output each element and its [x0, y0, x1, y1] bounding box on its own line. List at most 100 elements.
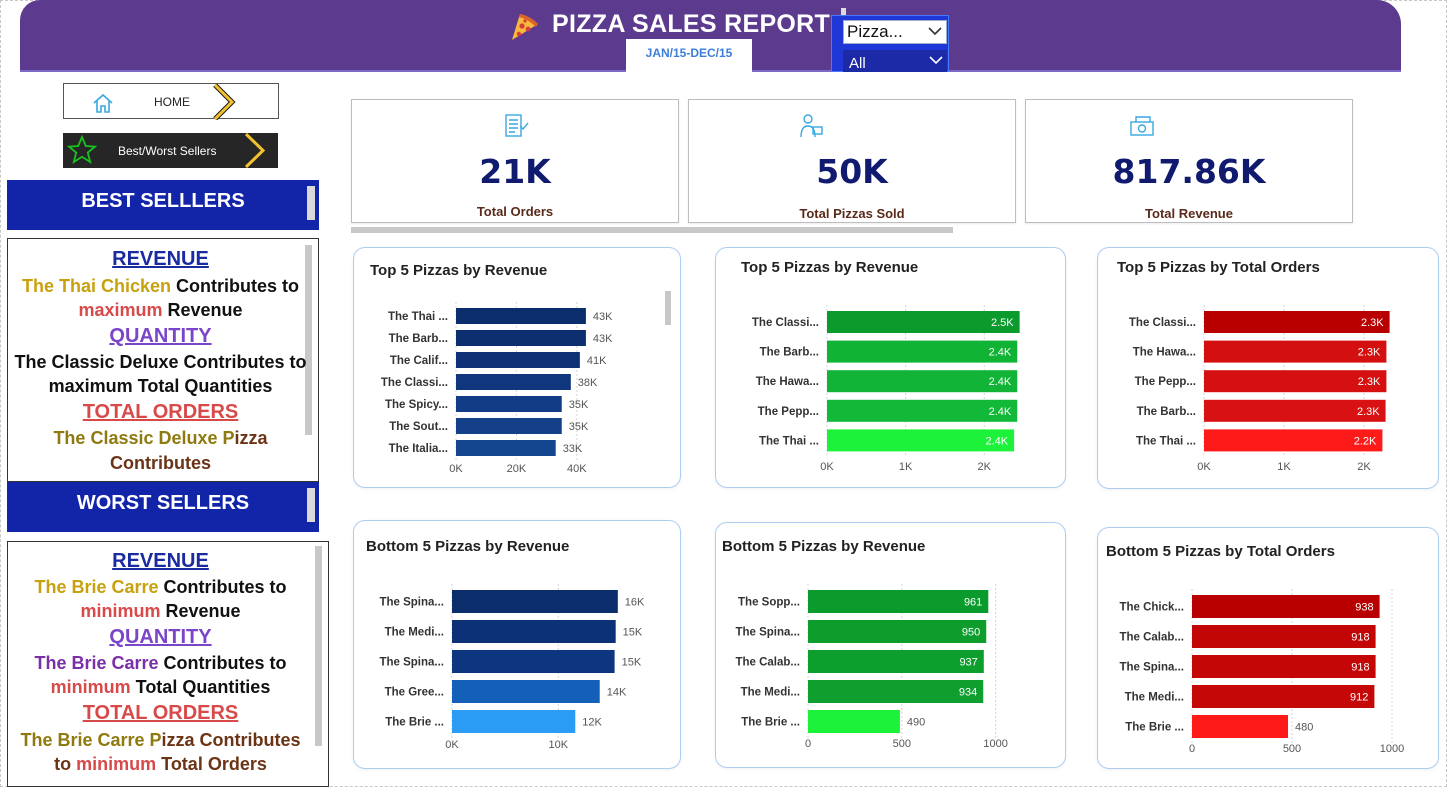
- category-label: The Medi...: [385, 627, 444, 639]
- chart-plot: 0 500 1000 The Chick... 938 The Calab... 918 Th…: [1119, 589, 1404, 755]
- data-label: 2.4K: [989, 376, 1012, 388]
- report-header: PIZZA SALES REPORT JAN/15-DEC/15: [20, 0, 1401, 73]
- data-label: 35K: [569, 421, 589, 433]
- kpi-label: Total Orders: [476, 204, 554, 219]
- x-tick-label: 2K: [978, 461, 992, 473]
- data-label: 2.2K: [1354, 435, 1377, 447]
- worst-orders-heading: TOTAL ORDERS: [82, 702, 239, 724]
- data-label: 918: [1351, 632, 1369, 644]
- bar: [1192, 625, 1376, 648]
- category-label: The Classi...: [752, 317, 819, 329]
- data-label: 35K: [569, 399, 589, 411]
- banner-scrollbar[interactable]: [307, 186, 315, 220]
- best-revenue-heading: REVENUE: [112, 248, 209, 270]
- category-label: The Pepp...: [1135, 376, 1196, 388]
- best-revenue-text: Contributes to: [171, 276, 300, 296]
- best-sellers-banner-label: BEST SELLLERS: [81, 190, 245, 212]
- bar: [808, 650, 984, 673]
- worst-revenue-text: Contributes to: [158, 577, 287, 597]
- chart-plot: 0K 1K 2K The Classi... 2.5K The Barb... 2.4K Th…: [752, 305, 1020, 473]
- category-label: The Brie ...: [385, 717, 444, 729]
- category-label: The Calif...: [390, 355, 448, 367]
- best-orders-text: izza: [234, 428, 268, 448]
- best-quantity-line1: The Classic Deluxe Contributes to: [14, 352, 307, 372]
- category-label: The Spina...: [1119, 662, 1184, 674]
- data-label: 918: [1351, 662, 1369, 674]
- star-icon: [67, 135, 97, 164]
- data-label: 2.3K: [1357, 406, 1380, 418]
- category-label: The Barb...: [389, 333, 448, 345]
- best-sellers-banner: BEST SELLLERS: [7, 180, 319, 230]
- x-tick-label: 10K: [548, 739, 568, 751]
- kpi-label: Total Pizzas Sold: [799, 206, 905, 221]
- order-list-icon: [505, 114, 529, 137]
- data-label: 43K: [593, 311, 613, 323]
- data-label: 14K: [607, 687, 627, 699]
- category-label: The Hawa...: [1133, 347, 1196, 359]
- best-orders-pizza: The Classic Deluxe P: [53, 428, 235, 448]
- home-button[interactable]: HOME: [63, 83, 279, 120]
- category-label: The Calab...: [735, 657, 800, 669]
- bar: [1192, 595, 1380, 618]
- chevron-down-icon: [928, 27, 942, 36]
- bar: [452, 620, 616, 643]
- category-label: The Chick...: [1119, 602, 1184, 614]
- data-label: 912: [1350, 692, 1368, 704]
- kpi-total-pizzas-sold: 50K Total Pizzas Sold: [688, 99, 1016, 223]
- pizza-slicer: Pizza... All: [831, 15, 949, 72]
- data-label: 38K: [578, 377, 598, 389]
- data-label: 490: [907, 717, 925, 729]
- best-worst-sellers-button[interactable]: Best/Worst Sellers: [63, 133, 278, 168]
- data-label: 15K: [623, 627, 643, 639]
- bar: [452, 650, 615, 673]
- summary-scrollbar[interactable]: [315, 546, 322, 746]
- worst-orders-text: izza Contributes: [161, 730, 301, 750]
- x-tick-label: 1K: [899, 461, 913, 473]
- category-label: The Gree...: [385, 687, 444, 699]
- kpi-value: 50K: [816, 152, 888, 191]
- kpi-horizontal-scrollbar[interactable]: [351, 227, 953, 233]
- slicer-resize-handle: [841, 8, 846, 15]
- chart-card-top5-revenue-navy: Top 5 Pizzas by Revenue 0K 20K 40K The Thai…: [353, 247, 681, 488]
- best-quantity-line2: maximum Total Quantities: [48, 376, 273, 396]
- pizza-category-value: Pizza...: [847, 22, 903, 41]
- worst-orders-pizza: The Brie Carre P: [20, 730, 162, 750]
- cash-icon: [1130, 116, 1154, 136]
- data-label: 950: [962, 627, 980, 639]
- pizza-category-dropdown[interactable]: Pizza...: [843, 20, 947, 44]
- worst-revenue-heading: REVENUE: [112, 550, 209, 572]
- pizza-filter-dropdown[interactable]: All: [843, 50, 947, 72]
- x-tick-label: 2K: [1357, 461, 1371, 473]
- best-revenue-qualifier: maximum: [78, 300, 163, 320]
- best-quantity-heading: QUANTITY: [109, 325, 212, 347]
- category-label: The Thai ...: [388, 311, 448, 323]
- bar: [452, 590, 618, 613]
- banner-scrollbar[interactable]: [307, 488, 315, 522]
- kpi-label: Total Revenue: [1145, 206, 1233, 221]
- category-label: The Brie ...: [1125, 722, 1184, 734]
- bar: [452, 710, 576, 733]
- bar: [808, 590, 989, 613]
- chart-card-bottom5-revenue-green: Bottom 5 Pizzas by Revenue 0 500 1000 The S…: [715, 522, 1066, 768]
- worst-revenue-metric: Revenue: [160, 601, 241, 621]
- category-label: The Spina...: [379, 657, 444, 669]
- x-tick-label: 40K: [567, 463, 587, 475]
- home-button-label: HOME: [154, 95, 190, 109]
- date-range-tab[interactable]: JAN/15-DEC/15: [626, 39, 752, 73]
- bar: [456, 352, 580, 368]
- bar: [1192, 715, 1288, 738]
- data-label: 2.4K: [989, 406, 1012, 418]
- worst-sellers-banner-label: WORST SELLERS: [76, 492, 250, 514]
- category-label: The Spicy...: [385, 399, 448, 411]
- x-tick-label: 0: [1189, 743, 1195, 755]
- data-label: 961: [964, 597, 982, 609]
- bar: [1192, 685, 1375, 708]
- x-tick-label: 0K: [445, 739, 459, 751]
- worst-quantity-heading: QUANTITY: [109, 626, 212, 648]
- x-tick-label: 1000: [1380, 743, 1404, 755]
- category-label: The Spina...: [379, 597, 444, 609]
- data-label: 2.3K: [1361, 317, 1384, 329]
- delivery-person-icon: [800, 114, 823, 138]
- category-label: The Calab...: [1119, 632, 1184, 644]
- data-label: 33K: [563, 443, 583, 455]
